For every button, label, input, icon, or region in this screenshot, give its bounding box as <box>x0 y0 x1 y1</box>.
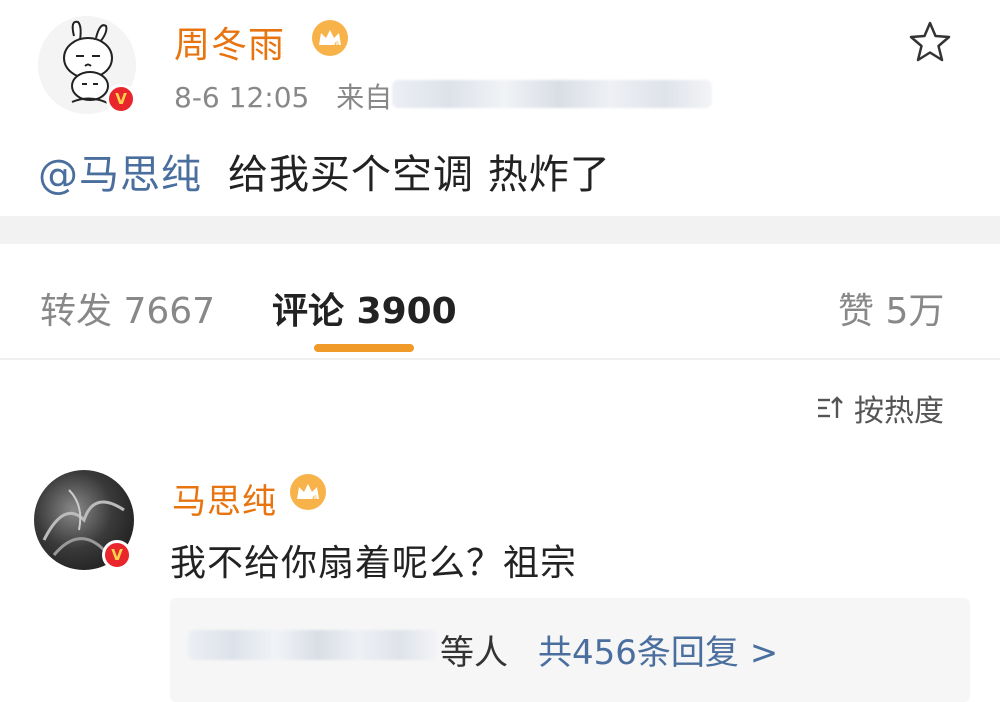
verified-badge-icon: V <box>102 540 132 570</box>
svg-text:6: 6 <box>312 495 318 503</box>
reply-users-redacted-blur <box>188 630 438 660</box>
svg-text:6: 6 <box>334 41 340 49</box>
sort-by-hot-button[interactable]: 按热度 <box>816 386 944 430</box>
comment-text: 我不给你扇着呢么？祖宗 <box>170 543 578 584</box>
tab-likes[interactable]: 赞 5万 <box>838 282 944 334</box>
tab-comments[interactable]: 评论 3900 <box>272 282 457 334</box>
section-divider <box>0 216 1000 244</box>
crown-badge-icon: 6 <box>290 474 326 510</box>
verified-badge-icon: V <box>106 84 136 114</box>
post-author-name[interactable]: 周冬雨 <box>174 16 285 68</box>
view-replies-link[interactable]: 共456条回复 > <box>538 625 778 674</box>
crown-badge-icon: 6 <box>312 20 348 56</box>
comment-author-name[interactable]: 马思纯 <box>172 474 277 523</box>
post-source-prefix: 来自 <box>336 81 393 114</box>
active-tab-indicator <box>314 344 414 352</box>
sort-icon <box>818 396 843 418</box>
post-meta: 8-6 12:05 来自 <box>174 76 392 116</box>
tab-reposts[interactable]: 转发 7667 <box>40 282 215 334</box>
favorite-star-icon[interactable] <box>906 18 954 66</box>
sort-label: 按热度 <box>854 394 944 429</box>
mention-link[interactable]: @马思纯 <box>38 152 202 198</box>
tabs-divider <box>0 358 1000 360</box>
post-body-text: 给我买个空调 热炸了 <box>228 152 611 198</box>
source-redacted-blur <box>392 80 712 108</box>
post-content: @马思纯 给我买个空调 热炸了 <box>38 142 611 200</box>
post-time: 8-6 12:05 <box>174 81 310 114</box>
reply-users-suffix: 等人 <box>440 633 508 673</box>
